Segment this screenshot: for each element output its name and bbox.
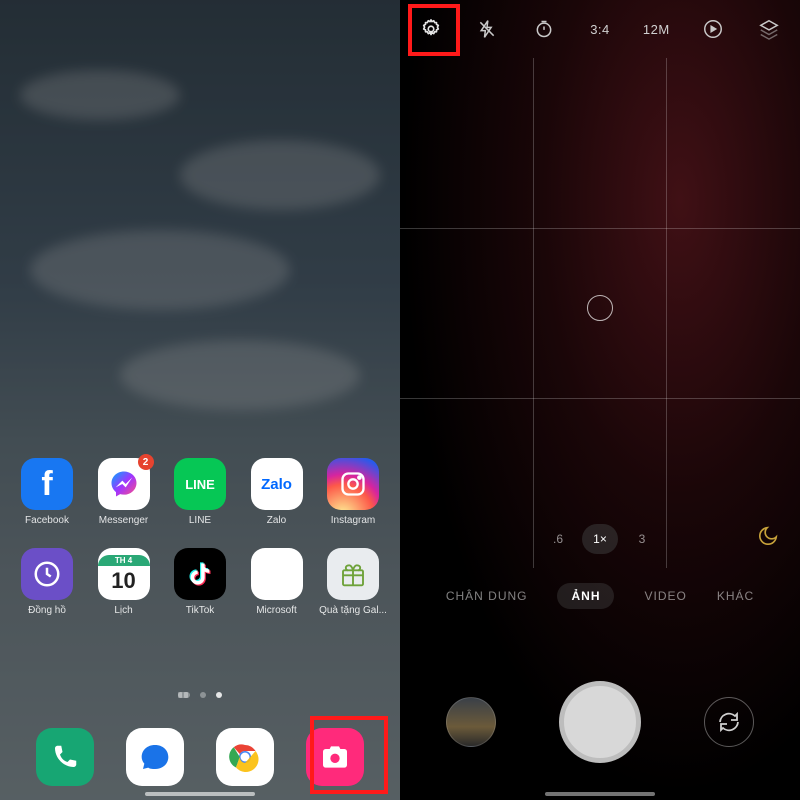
aspect-ratio-button[interactable]: 3:4 xyxy=(577,6,623,52)
viewfinder[interactable]: .6 1× 3 xyxy=(400,58,800,568)
app-tiktok[interactable]: TikTok xyxy=(169,548,231,616)
app-instagram[interactable]: Instagram xyxy=(322,458,384,526)
microsoft-icon xyxy=(251,548,303,600)
app-label: Microsoft xyxy=(256,605,297,616)
camera-app: 3:4 12M .6 1× 3 xyxy=(400,0,800,800)
app-label: Zalo xyxy=(267,515,286,526)
shutter-button[interactable] xyxy=(559,681,641,763)
wallpaper-clouds xyxy=(0,0,400,800)
dock-phone[interactable] xyxy=(36,728,94,786)
app-messenger[interactable]: 2 Messenger xyxy=(93,458,155,526)
gesture-bar[interactable] xyxy=(545,792,655,796)
resolution-button[interactable]: 12M xyxy=(633,6,679,52)
app-label: Lịch xyxy=(114,605,132,616)
motion-photo-button[interactable] xyxy=(690,6,736,52)
zoom-controls: .6 1× 3 xyxy=(540,524,660,554)
mode-photo[interactable]: ẢNH xyxy=(557,583,614,609)
switch-camera-button[interactable] xyxy=(704,697,754,747)
gesture-bar[interactable] xyxy=(145,792,255,796)
messenger-icon: 2 xyxy=(98,458,150,510)
page-indicator[interactable] xyxy=(0,692,400,698)
instagram-icon xyxy=(327,458,379,510)
app-label: Instagram xyxy=(331,515,375,526)
calendar-day: 10 xyxy=(111,568,135,594)
app-label: Messenger xyxy=(99,515,148,526)
zoom-level[interactable]: .6 xyxy=(540,524,576,554)
clock-icon xyxy=(21,548,73,600)
notification-badge: 2 xyxy=(138,454,154,470)
home-screen: f Facebook 2 Messenger LINE LINE Zalo Z xyxy=(0,0,400,800)
focus-ring xyxy=(587,295,613,321)
mode-more[interactable]: KHÁC xyxy=(717,589,754,603)
app-label: Facebook xyxy=(25,515,69,526)
mode-selector[interactable]: CHÂN DUNG ẢNH VIDEO KHÁC xyxy=(400,576,800,616)
gallery-thumbnail[interactable] xyxy=(446,697,496,747)
camera-topbar: 3:4 12M xyxy=(400,0,800,58)
line-icon: LINE xyxy=(174,458,226,510)
tiktok-icon xyxy=(174,548,226,600)
gift-icon xyxy=(327,548,379,600)
app-clock[interactable]: Đồng hồ xyxy=(16,548,78,616)
timer-button[interactable] xyxy=(521,6,567,52)
dock-chrome[interactable] xyxy=(216,728,274,786)
app-row: f Facebook 2 Messenger LINE LINE Zalo Z xyxy=(16,458,384,526)
app-label: Đồng hồ xyxy=(28,605,66,616)
app-facebook[interactable]: f Facebook xyxy=(16,458,78,526)
dock xyxy=(0,728,400,786)
night-mode-button[interactable] xyxy=(752,520,784,552)
app-microsoft[interactable]: Microsoft xyxy=(246,548,308,616)
app-label: LINE xyxy=(189,515,211,526)
app-galaxy-gift[interactable]: Quà tặng Gal... xyxy=(322,548,384,616)
app-row: Đồng hồ TH 4 10 Lịch TikTok xyxy=(16,548,384,616)
camera-controls xyxy=(400,662,800,782)
mode-video[interactable]: VIDEO xyxy=(644,589,686,603)
dock-messages[interactable] xyxy=(126,728,184,786)
app-label: TikTok xyxy=(186,605,215,616)
calendar-icon: TH 4 10 xyxy=(98,548,150,600)
app-line[interactable]: LINE LINE xyxy=(169,458,231,526)
settings-button[interactable] xyxy=(408,6,454,52)
mode-portrait[interactable]: CHÂN DUNG xyxy=(446,589,528,603)
zalo-icon: Zalo xyxy=(251,458,303,510)
flash-button[interactable] xyxy=(464,6,510,52)
app-zalo[interactable]: Zalo Zalo xyxy=(246,458,308,526)
calendar-month: TH 4 xyxy=(98,555,150,566)
facebook-icon: f xyxy=(21,458,73,510)
dock-camera[interactable] xyxy=(306,728,364,786)
app-label: Quà tặng Gal... xyxy=(319,605,387,616)
zoom-level[interactable]: 3 xyxy=(624,524,660,554)
app-calendar[interactable]: TH 4 10 Lịch xyxy=(93,548,155,616)
side-by-side-tutorial: f Facebook 2 Messenger LINE LINE Zalo Z xyxy=(0,0,800,800)
zoom-level-active[interactable]: 1× xyxy=(582,524,618,554)
filters-button[interactable] xyxy=(746,6,792,52)
app-grid: f Facebook 2 Messenger LINE LINE Zalo Z xyxy=(0,458,400,638)
